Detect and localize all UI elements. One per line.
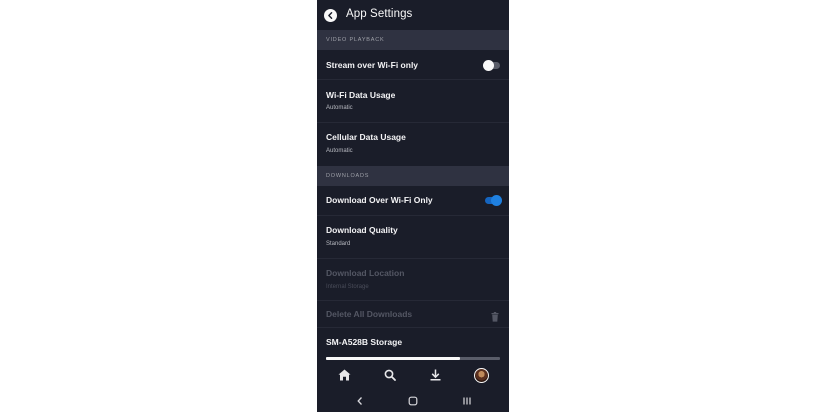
system-home-icon[interactable] [406,394,420,408]
setting-label: Download Over Wi-Fi Only [326,195,433,205]
setting-cellular-data-usage[interactable]: Cellular Data Usage Automatic [317,123,509,166]
download-wifi-toggle[interactable] [485,195,502,206]
profile-avatar[interactable] [473,367,489,383]
setting-label: Cellular Data Usage [326,132,406,142]
section-header-video-playback: VIDEO PLAYBACK [317,30,509,50]
toggle-knob [491,195,502,206]
back-arrow-icon[interactable] [324,9,337,22]
setting-wifi-data-usage[interactable]: Wi-Fi Data Usage Automatic [317,80,509,123]
section-label: VIDEO PLAYBACK [326,37,385,43]
trash-icon [491,309,499,327]
setting-stream-wifi-only[interactable]: Stream over Wi-Fi only [317,50,509,80]
storage-usage-bar [326,357,500,360]
setting-download-location: Download Location Internal Storage [317,259,509,301]
avatar [473,367,489,383]
home-icon[interactable] [336,367,352,383]
storage-label: SM-A528B Storage [326,337,403,347]
section-label: DOWNLOADS [326,173,370,179]
setting-label: Download Quality [326,225,398,235]
page-title: App Settings [346,8,413,20]
header: App Settings [317,0,509,30]
system-recents-icon[interactable] [460,394,474,408]
app-screen: App Settings VIDEO PLAYBACK Stream over … [317,0,509,412]
download-icon[interactable] [427,367,443,383]
setting-label: Wi-Fi Data Usage [326,90,396,100]
system-back-icon[interactable] [353,394,367,408]
storage-usage-fill [326,357,460,360]
setting-label: Delete All Downloads [326,309,413,319]
setting-label: Stream over Wi-Fi only [326,60,419,70]
setting-download-quality[interactable]: Download Quality Standard [317,216,509,259]
setting-value: Internal Storage [326,284,369,290]
setting-label: Download Location [326,268,405,278]
stream-wifi-toggle[interactable] [483,60,500,71]
setting-delete-all-downloads: Delete All Downloads [317,301,509,328]
setting-value: Standard [326,241,351,247]
toggle-knob [483,60,494,71]
search-icon[interactable] [382,367,398,383]
setting-value: Automatic [326,148,353,154]
bottom-navigation [317,362,509,390]
setting-download-wifi-only[interactable]: Download Over Wi-Fi Only [317,186,509,216]
setting-value: Automatic [326,105,353,111]
system-navigation-bar [317,390,509,412]
section-header-downloads: DOWNLOADS [317,166,509,186]
